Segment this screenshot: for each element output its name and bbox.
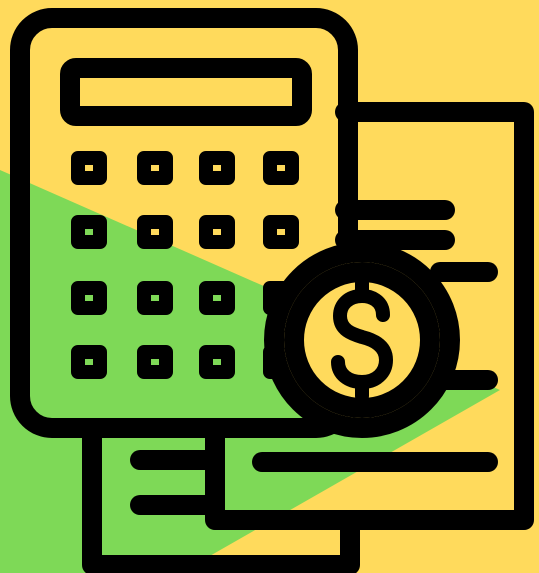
calculator-invoice-illustration bbox=[0, 0, 539, 573]
illustration-svg bbox=[0, 0, 539, 573]
dollar-coin bbox=[264, 242, 460, 438]
